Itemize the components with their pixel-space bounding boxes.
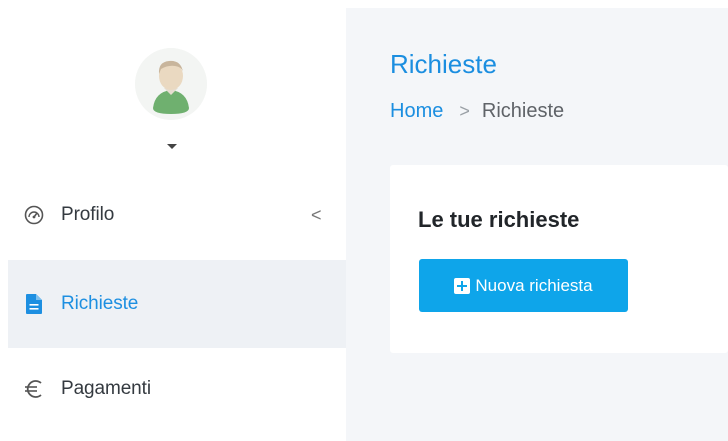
left-strip [0,0,8,441]
sidebar-item-label: Pagamenti [61,378,151,399]
avatar[interactable] [135,48,207,120]
breadcrumb: Home > Richieste [390,100,564,123]
sidebar-item-richieste[interactable]: Richieste [8,260,346,348]
sidebar-item-profilo[interactable]: Profilo < [8,180,346,250]
plus-square-icon [454,277,471,294]
new-request-button[interactable]: Nuova richiesta [419,259,628,312]
new-request-label: Nuova richiesta [475,275,593,295]
euro-icon [23,378,45,400]
file-document-icon [23,293,45,315]
card-title: Le tue richieste [418,207,580,232]
sidebar-item-label: Richieste [61,293,139,314]
chevron-left-icon: < [311,204,322,225]
main-content: Richieste Home > Richieste Le tue richie… [346,8,728,441]
top-strip [0,0,728,8]
sidebar-item-pagamenti[interactable]: Pagamenti [8,350,346,428]
sidebar: Profilo < Richieste Pagamenti [8,8,346,441]
user-avatar-icon [135,48,207,120]
dashboard-gauge-icon [23,204,45,226]
breadcrumb-current: Richieste [481,100,565,122]
breadcrumb-separator-icon: > [459,101,470,121]
sidebar-item-label: Profilo [61,204,115,225]
page-title: Richieste [390,49,497,79]
breadcrumb-home-link[interactable]: Home [390,100,443,123]
avatar-caret-icon[interactable] [167,144,177,149]
